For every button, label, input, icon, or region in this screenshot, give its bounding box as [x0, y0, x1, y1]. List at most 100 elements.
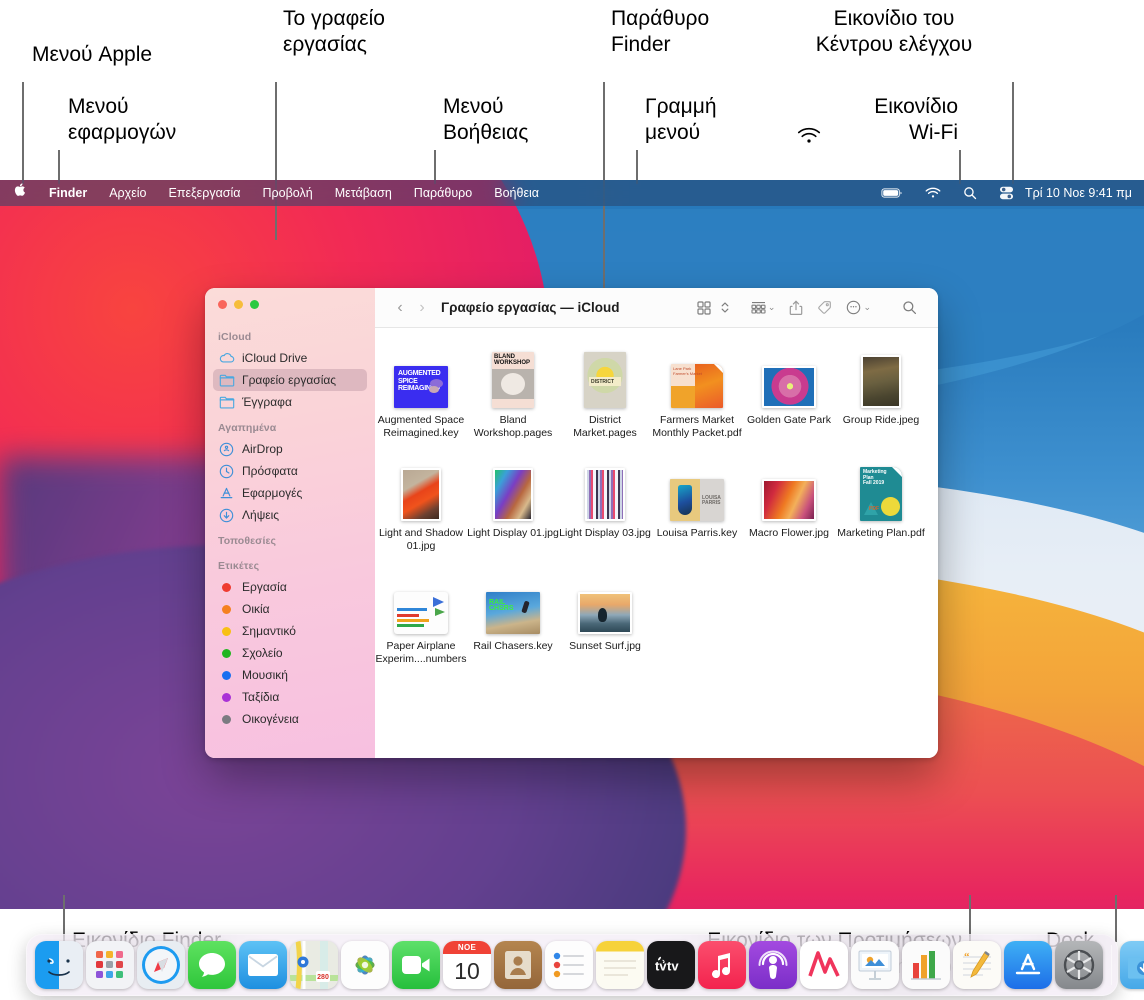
sidebar-item-recents[interactable]: Πρόσφατα: [213, 460, 367, 482]
appstore-icon[interactable]: [1004, 941, 1052, 989]
close-button[interactable]: [218, 300, 227, 309]
search-icon[interactable]: [878, 295, 924, 321]
file-thumbnail: [577, 568, 633, 634]
launchpad-icon[interactable]: [86, 941, 134, 989]
keynote-icon[interactable]: [851, 941, 899, 989]
sidebar-tag-important[interactable]: Σημαντικό: [213, 620, 367, 642]
file-item[interactable]: Golden Gate Park: [743, 342, 835, 441]
file-name: Rail Chasers.key: [473, 639, 553, 652]
sidebar-header-favourites: Αγαπημένα: [218, 422, 277, 434]
file-thumbnail: Marketing Plan Fall 2019 PDF: [853, 455, 909, 521]
dock-separator: [1111, 945, 1112, 985]
spotlight-search-icon[interactable]: [952, 180, 988, 206]
file-item[interactable]: Group Ride.jpeg: [835, 342, 927, 441]
file-item[interactable]: RAIL CHSRS Rail Chasers.key: [467, 568, 559, 667]
menu-item-view[interactable]: Προβολή: [252, 180, 324, 206]
file-item[interactable]: AUGMENTED SPICE REIMAGINED Augmented Space…: [375, 342, 467, 441]
minimize-button[interactable]: [234, 300, 243, 309]
tag-dot-icon: [218, 667, 235, 684]
sidebar-tag-home[interactable]: Οικία: [213, 598, 367, 620]
sidebar-tag-travel[interactable]: Ταξίδια: [213, 686, 367, 708]
file-thumbnail: RAIL CHSRS: [485, 568, 541, 634]
finder-icon[interactable]: [35, 941, 83, 989]
podcasts-icon[interactable]: [749, 941, 797, 989]
sidebar-item-label: Σημαντικό: [242, 624, 296, 638]
menu-item-edit[interactable]: Επεξεργασία: [158, 180, 252, 206]
group-view-icon[interactable]: ⌄: [744, 295, 783, 321]
music-icon[interactable]: [698, 941, 746, 989]
system-preferences-icon[interactable]: [1055, 941, 1103, 989]
zoom-button[interactable]: [250, 300, 259, 309]
sidebar-tag-family[interactable]: Οικογένεια: [213, 708, 367, 730]
view-sort-chevron-icon[interactable]: [718, 295, 744, 321]
battery-icon[interactable]: [870, 180, 914, 206]
file-name: Macro Flower.jpg: [749, 526, 829, 539]
leader-help-menu: [434, 150, 436, 184]
file-item[interactable]: Lane Park Farmer's Market Farmers Market …: [651, 342, 743, 441]
photos-icon[interactable]: [341, 941, 389, 989]
control-center-icon[interactable]: [988, 180, 1025, 206]
grid-view-icon[interactable]: [690, 295, 718, 321]
sidebar-item-desktop[interactable]: Γραφείο εργασίας: [213, 369, 367, 391]
action-menu-icon[interactable]: ⌄: [839, 295, 878, 321]
file-item[interactable]: Light Display 01.jpg: [467, 455, 559, 554]
facetime-icon[interactable]: [392, 941, 440, 989]
menu-item-help[interactable]: Βοήθεια: [483, 180, 550, 206]
file-item[interactable]: Light Display 03.jpg: [559, 455, 651, 554]
sidebar-item-icloud-drive[interactable]: iCloud Drive: [213, 347, 367, 369]
sidebar-item-label: Μουσική: [242, 668, 288, 682]
sidebar-item-airdrop[interactable]: AirDrop: [213, 438, 367, 460]
sidebar-item-label: Λήψεις: [242, 508, 280, 522]
news-icon[interactable]: [800, 941, 848, 989]
file-item[interactable]: Paper Airplane Experim....numbers: [375, 568, 467, 667]
menu-item-file[interactable]: Αρχείο: [98, 180, 157, 206]
pages-icon[interactable]: “: [953, 941, 1001, 989]
file-item[interactable]: BLAND WORKSHOP Bland Workshop.pages: [467, 342, 559, 441]
apple-menu-icon[interactable]: [0, 180, 38, 206]
reminders-icon[interactable]: [545, 941, 593, 989]
menu-item-go[interactable]: Μετάβαση: [324, 180, 403, 206]
calendar-icon[interactable]: ΝΟΕ 10: [443, 941, 491, 989]
menu-bar-clock[interactable]: Τρί 10 Νοε 9:41 πμ: [1025, 186, 1136, 200]
menu-item-finder[interactable]: Finder: [38, 180, 98, 206]
file-item[interactable]: Marketing Plan Fall 2019 PDF Marketing Pla…: [835, 455, 927, 554]
menu-item-window[interactable]: Παράθυρο: [403, 180, 483, 206]
forward-button[interactable]: ›: [411, 299, 433, 317]
safari-icon[interactable]: [137, 941, 185, 989]
sidebar-item-label: Πρόσφατα: [242, 464, 298, 478]
notes-icon[interactable]: [596, 941, 644, 989]
downloads-folder-icon[interactable]: [1120, 941, 1144, 989]
dock[interactable]: 280 ΝΟΕ 10 tv tv “: [26, 934, 1144, 996]
file-item[interactable]: Light and Shadow 01.jpg: [375, 455, 467, 554]
sidebar-item-applications[interactable]: Εφαρμογές: [213, 482, 367, 504]
sidebar-tag-music[interactable]: Μουσική: [213, 664, 367, 686]
numbers-icon[interactable]: [902, 941, 950, 989]
sidebar-item-downloads[interactable]: Λήψεις: [213, 504, 367, 526]
sidebar-header-locations: Τοποθεσίες: [218, 535, 277, 547]
contacts-icon[interactable]: [494, 941, 542, 989]
sidebar-tag-work[interactable]: Εργασία: [213, 576, 367, 598]
mail-icon[interactable]: [239, 941, 287, 989]
file-item[interactable]: LOUISA PARRIS Louisa Parris.key: [651, 455, 743, 554]
messages-icon[interactable]: [188, 941, 236, 989]
maps-icon[interactable]: 280: [290, 941, 338, 989]
leader-control-center: [1012, 82, 1014, 184]
window-traffic-lights: [218, 300, 259, 309]
menu-bar[interactable]: Finder Αρχείο Επεξεργασία Προβολή Μετάβα…: [0, 180, 1144, 206]
file-thumbnail: DISTRICT: [577, 342, 633, 408]
file-item[interactable]: DISTRICT District Market.pages: [559, 342, 651, 441]
wifi-icon[interactable]: [914, 180, 952, 206]
sidebar-item-label: Ταξίδια: [242, 690, 280, 704]
appletv-icon[interactable]: tv tv: [647, 941, 695, 989]
file-thumbnail: [761, 342, 817, 408]
sidebar-item-label: Οικογένεια: [242, 712, 299, 726]
share-icon[interactable]: [782, 295, 810, 321]
tag-icon[interactable]: [810, 295, 839, 321]
back-button[interactable]: ‹: [389, 299, 411, 317]
sidebar-tag-school[interactable]: Σχολείο: [213, 642, 367, 664]
file-item[interactable]: Sunset Surf.jpg: [559, 568, 651, 667]
finder-window[interactable]: iCloud iCloud Drive Γραφείο εργασίας Έγγ…: [205, 288, 938, 758]
file-thumbnail: [393, 568, 449, 634]
file-item[interactable]: Macro Flower.jpg: [743, 455, 835, 554]
sidebar-item-documents[interactable]: Έγγραφα: [213, 391, 367, 413]
